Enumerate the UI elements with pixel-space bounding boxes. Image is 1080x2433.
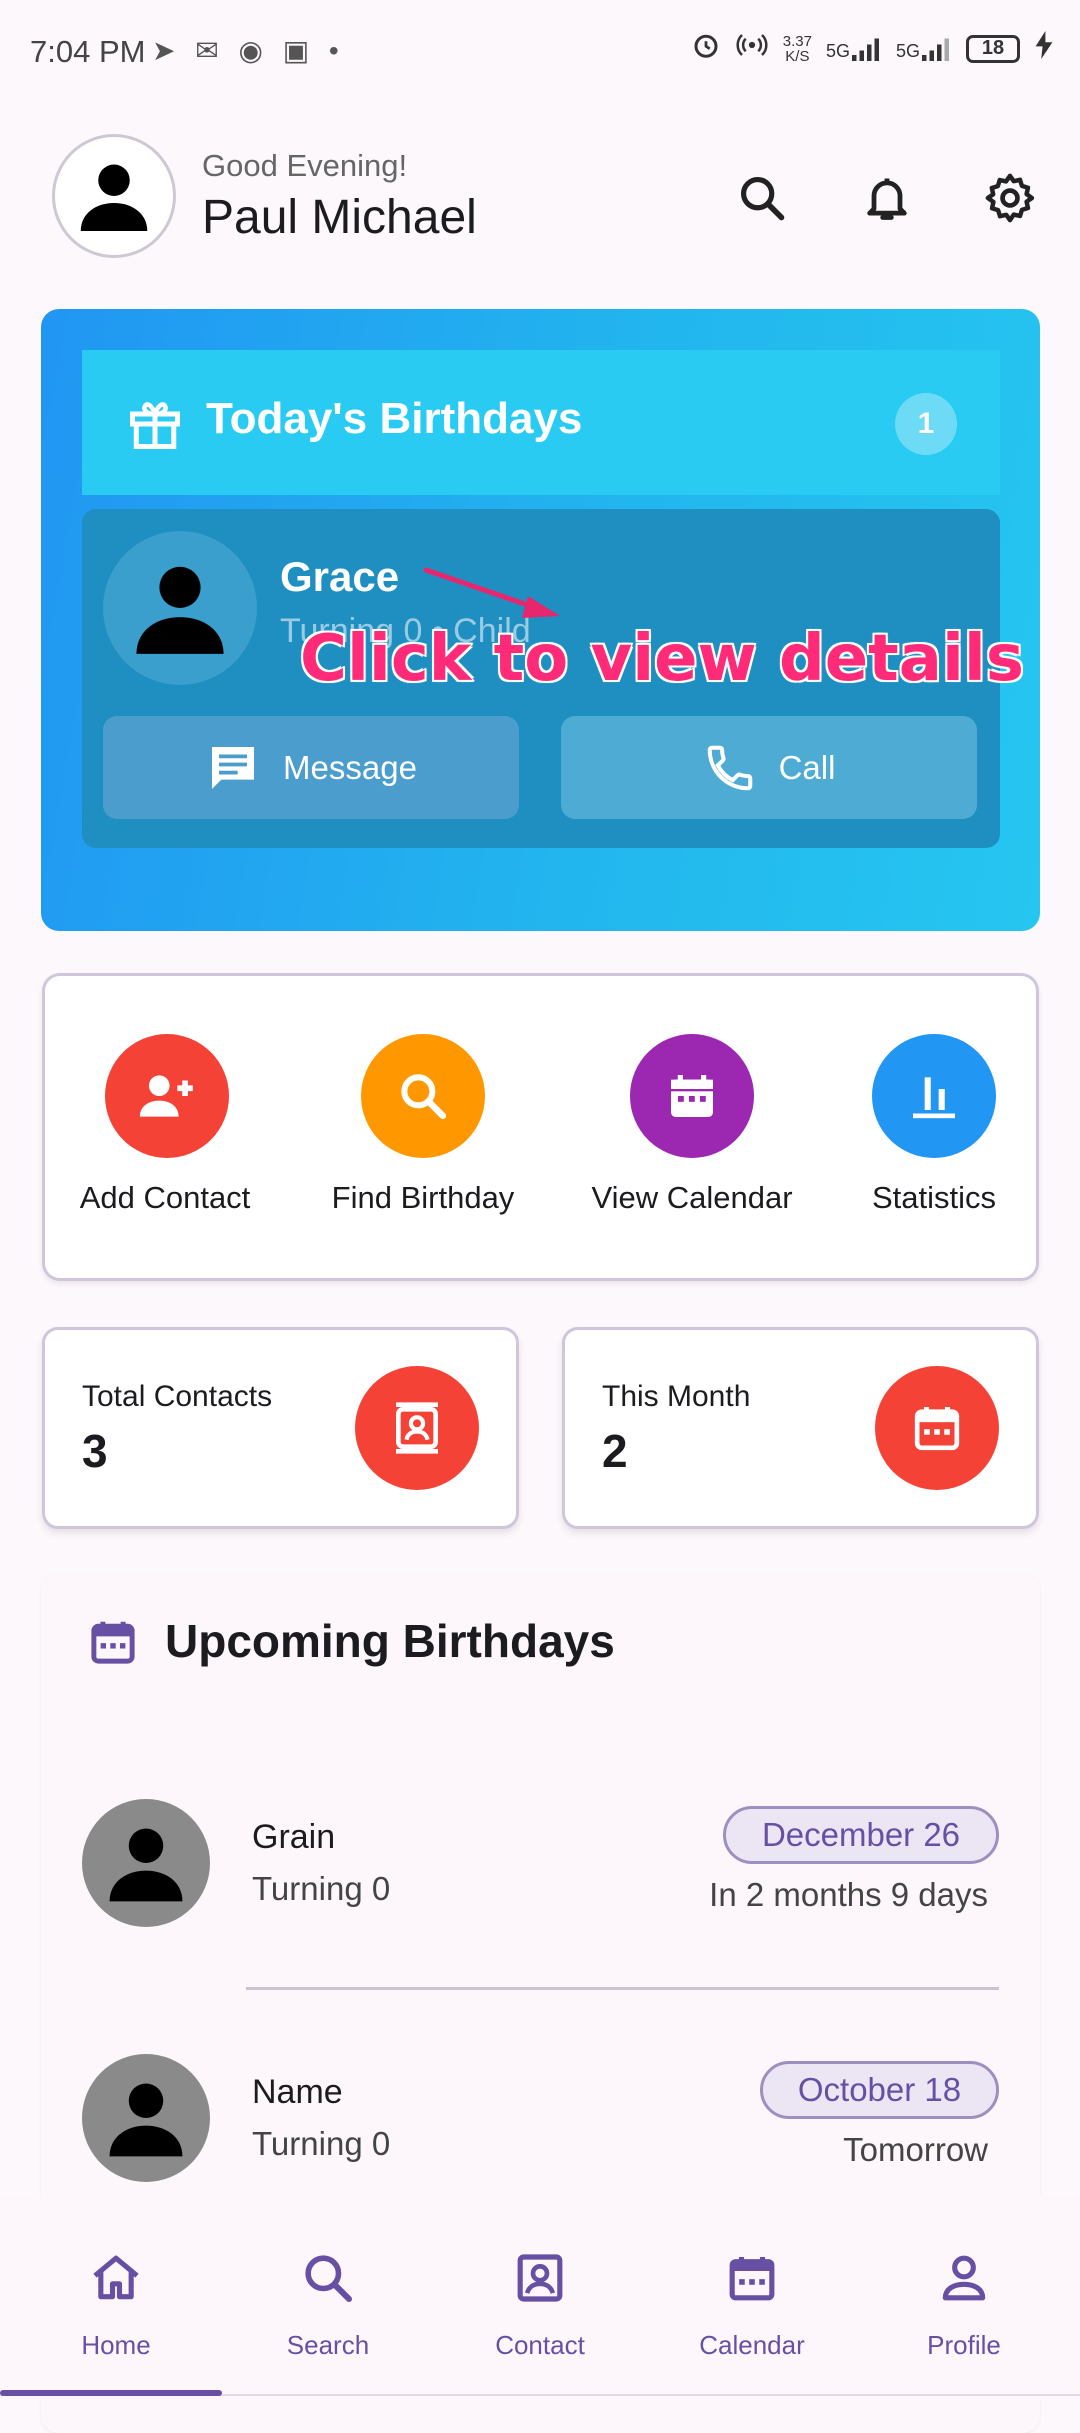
network-speed: 3.37 K/S	[783, 34, 812, 64]
upcoming-subtitle: Turning 0	[252, 1870, 391, 1907]
view-calendar-label: View Calendar	[591, 1180, 793, 1215]
bar-chart-icon	[913, 1077, 955, 1119]
birthday-person-avatar	[103, 531, 257, 685]
message-icon	[212, 746, 255, 789]
upcoming-birthdays-title: Upcoming Birthdays	[165, 1615, 615, 1667]
signal-2-label: 5G	[895, 40, 920, 61]
find-birthday-button[interactable]	[361, 1034, 485, 1158]
person-icon	[136, 566, 224, 654]
notification-icons: ➤ ✉ ◉ ▣ •	[152, 35, 345, 66]
user-name: Paul Michael	[202, 191, 477, 244]
upcoming-countdown: In 2 months 9 days	[709, 1876, 988, 1913]
greeting-text: Good Evening!	[202, 148, 408, 183]
nav-contact[interactable]: Contact	[465, 2250, 615, 2361]
bell-icon[interactable]	[855, 166, 919, 230]
upcoming-avatar	[82, 1799, 210, 1927]
call-label: Call	[778, 748, 836, 786]
search-icon[interactable]	[730, 166, 794, 230]
this-month-value: 2	[602, 1425, 628, 1477]
status-right-icons: 3.37 K/S 5G 5G 18	[691, 30, 1054, 67]
nav-profile[interactable]: Profile	[889, 2250, 1039, 2361]
person-icon	[80, 164, 148, 231]
contact-icon	[517, 2254, 563, 2302]
signal-icon-1: 5G	[826, 36, 882, 62]
list-divider	[246, 1987, 999, 1990]
message-label: Message	[283, 748, 417, 786]
add-contact-button[interactable]	[105, 1034, 229, 1158]
signal-1-label: 5G	[825, 40, 850, 61]
nav-calendar-label: Calendar	[699, 2330, 805, 2360]
hint-arrow	[423, 567, 560, 618]
birthday-person-name: Grace	[280, 553, 400, 600]
calendar-icon	[729, 2257, 775, 2301]
call-button[interactable]: Call	[561, 716, 977, 819]
calendar-icon	[86, 1614, 140, 1675]
profile-icon	[942, 2255, 986, 2301]
gear-icon[interactable]	[978, 166, 1042, 230]
hint-overlay-text: Click to view details	[299, 621, 1025, 697]
hotspot-icon	[735, 30, 769, 67]
contact-card-icon	[396, 1402, 438, 1454]
statistics-button[interactable]	[872, 1034, 996, 1158]
add-contact-label: Add Contact	[79, 1180, 251, 1215]
nav-search-label: Search	[286, 2330, 370, 2360]
nav-calendar[interactable]: Calendar	[677, 2250, 827, 2361]
todays-birthdays-title: Today's Birthdays	[206, 394, 583, 443]
search-icon	[401, 1074, 447, 1120]
nav-contact-label: Contact	[495, 2330, 585, 2360]
nav-profile-label: Profile	[927, 2330, 1001, 2360]
alarm-icon	[691, 30, 721, 67]
view-calendar-button[interactable]	[630, 1034, 754, 1158]
upcoming-countdown: Tomorrow	[843, 2131, 988, 2168]
calendar-icon	[671, 1075, 713, 1117]
signal-icon-2: 5G	[896, 36, 952, 62]
person-icon	[109, 1828, 183, 1902]
upcoming-name[interactable]: Grain	[252, 1818, 335, 1857]
net-speed-unit: K/S	[785, 47, 810, 65]
net-speed-value: 3.37	[782, 32, 812, 50]
status-bar: 7:04 PM ➤ ✉ ◉ ▣ • 3.37 K/S 5G 5G 18	[0, 0, 1080, 100]
total-contacts-value: 3	[82, 1425, 108, 1477]
total-contacts-label: Total Contacts	[82, 1380, 273, 1413]
battery-icon: 18	[966, 34, 1020, 63]
message-button[interactable]: Message	[103, 716, 519, 819]
gesture-indicator	[0, 2390, 222, 2396]
upcoming-date-chip[interactable]: October 18	[760, 2061, 999, 2119]
add-person-icon	[139, 1075, 193, 1117]
nav-home[interactable]: Home	[41, 2250, 191, 2361]
user-avatar[interactable]	[52, 134, 176, 258]
find-birthday-label: Find Birthday	[331, 1180, 515, 1215]
nav-home-label: Home	[81, 2330, 151, 2360]
this-month-label: This Month	[602, 1380, 751, 1413]
upcoming-subtitle: Turning 0	[252, 2125, 391, 2162]
gift-icon	[125, 394, 185, 459]
person-icon	[109, 2083, 183, 2157]
home-icon	[93, 2255, 139, 2300]
upcoming-date-chip[interactable]: December 26	[723, 1806, 999, 1864]
upcoming-name[interactable]: Name	[252, 2073, 343, 2112]
contacts-icon-badge	[355, 1366, 479, 1490]
month-icon-badge	[875, 1366, 999, 1490]
birthday-count-badge: 1	[895, 393, 957, 455]
charging-icon	[1034, 31, 1054, 66]
upcoming-avatar	[82, 2054, 210, 2182]
statistics-label: Statistics	[871, 1180, 997, 1215]
search-icon	[305, 2255, 353, 2303]
calendar-icon	[914, 1407, 960, 1451]
nav-search[interactable]: Search	[253, 2250, 403, 2361]
phone-icon	[707, 745, 752, 790]
status-time: 7:04 PM	[30, 34, 146, 69]
